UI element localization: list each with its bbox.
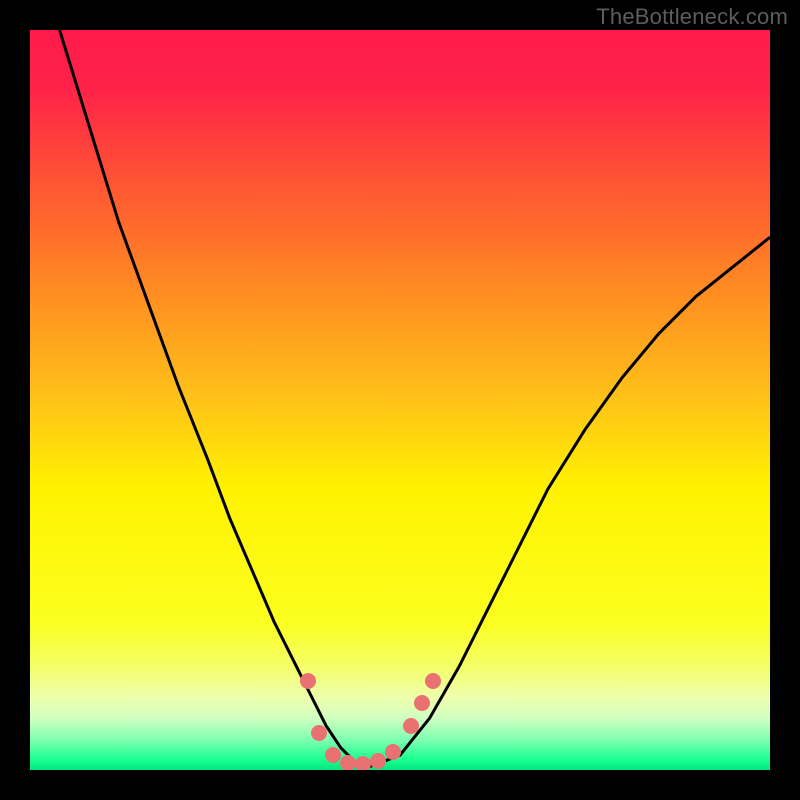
watermark-label: TheBottleneck.com (596, 4, 788, 30)
plot-area (30, 30, 770, 770)
data-point (355, 756, 371, 770)
chart-frame: TheBottleneck.com (0, 0, 800, 800)
data-point (370, 753, 386, 769)
data-point (340, 755, 356, 770)
data-point (311, 725, 327, 741)
data-point (385, 744, 401, 760)
data-point (403, 718, 419, 734)
bottleneck-curve (30, 30, 770, 770)
data-point (300, 673, 316, 689)
